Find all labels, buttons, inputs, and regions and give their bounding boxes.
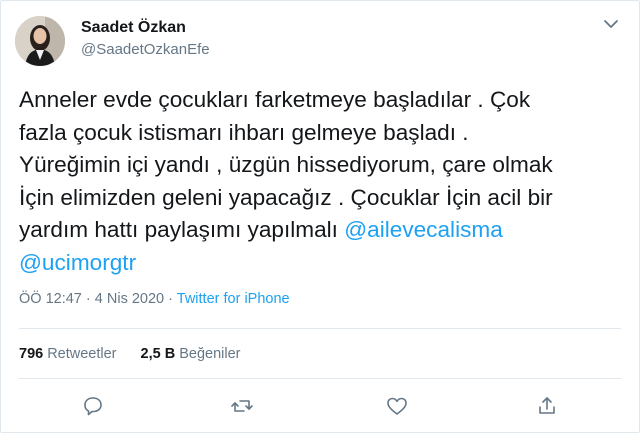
tweet-text: Anneler evde çocukları farketmeye başlad…: [19, 84, 629, 279]
tweet-line-with-mention: yardım hattı paylaşımı yapılmalı @aileve…: [19, 214, 629, 247]
tweet-stats: 796 Retweetler 2,5 B Beğeniler: [19, 346, 240, 362]
chevron-down-icon[interactable]: [603, 17, 619, 31]
tweet-line: fazla çocuk istismarı ihbarı gelmeye baş…: [19, 119, 469, 145]
share-icon[interactable]: [535, 394, 559, 418]
tweet-line: İçin elimizden geleni yapacağız . Çocukl…: [19, 184, 553, 210]
tweet-meta: ÖÖ 12:47 · 4 Nis 2020 · Twitter for iPho…: [19, 291, 290, 307]
tweet-line: Yüreğimin içi yandı , üzgün hissediyorum…: [19, 152, 553, 177]
mention-link[interactable]: @ucimorgtr: [19, 250, 136, 275]
meta-separator: ·: [168, 291, 173, 307]
retweets-stat[interactable]: 796 Retweetler: [19, 346, 117, 362]
heart-icon[interactable]: [385, 394, 409, 418]
meta-separator: ·: [85, 291, 91, 307]
tweet-line-mention: @ucimorgtr: [19, 247, 629, 280]
tweet-time[interactable]: ÖÖ 12:47: [19, 291, 82, 307]
tweet-date[interactable]: 4 Nis 2020: [95, 291, 164, 307]
tweet-line: yardım hattı paylaşımı yapılmalı: [19, 217, 345, 242]
tweet-line: Anneler evde çocukları farketmeye başlad…: [19, 87, 531, 112]
likes-count: 2,5 B: [140, 346, 176, 362]
avatar-photo: [15, 16, 65, 66]
mention-link[interactable]: @ailevecalisma: [344, 217, 503, 242]
display-name[interactable]: Saadet Özkan: [81, 19, 186, 37]
likes-label: Beğeniler: [179, 346, 241, 362]
tweet-card: Saadet Özkan @SaadetOzkanEfe Anneler evd…: [0, 0, 640, 433]
tweet-source-link[interactable]: Twitter for iPhone: [177, 291, 290, 307]
retweet-icon[interactable]: [230, 394, 254, 418]
avatar[interactable]: [15, 16, 65, 66]
likes-stat[interactable]: 2,5 B Beğeniler: [141, 346, 241, 362]
divider: [19, 328, 621, 329]
user-handle[interactable]: @SaadetOzkanEfe: [81, 41, 210, 58]
reply-icon[interactable]: [81, 394, 105, 418]
divider: [19, 378, 621, 379]
retweets-label: Retweetler: [47, 346, 117, 362]
retweets-count: 796: [19, 346, 44, 362]
